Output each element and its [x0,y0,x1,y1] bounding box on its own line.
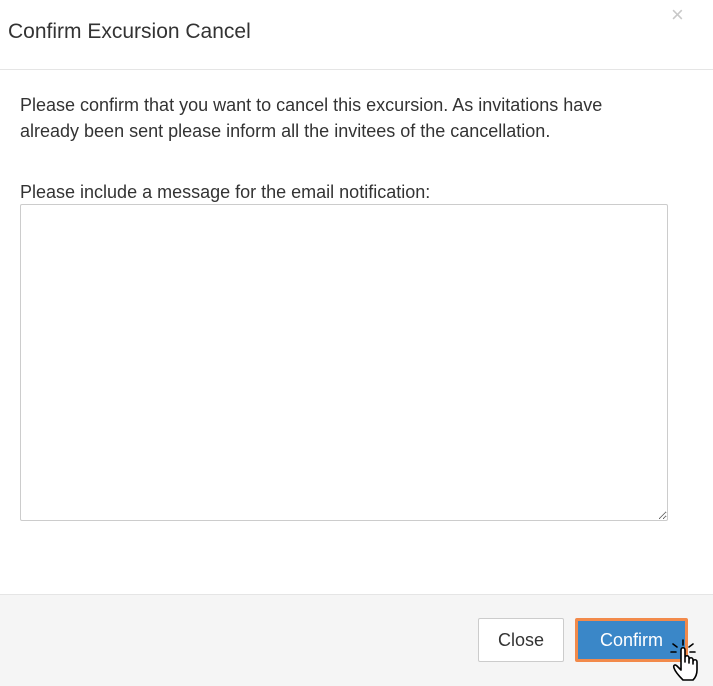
confirm-message-line2: already been sent please inform all the … [20,121,551,141]
dialog-footer: Close Confirm [0,594,713,686]
confirm-message: Please confirm that you want to cancel t… [20,92,700,144]
message-textarea[interactable] [20,204,668,521]
close-icon[interactable]: × [671,3,684,27]
dialog-body: Please confirm that you want to cancel t… [20,92,700,532]
confirm-cancel-dialog: Confirm Excursion Cancel × Please confir… [0,0,713,686]
dialog-title: Confirm Excursion Cancel [8,20,251,43]
message-field-label: Please include a message for the email n… [20,182,431,202]
confirm-message-line1: Please confirm that you want to cancel t… [20,95,603,115]
confirm-button[interactable]: Confirm [575,618,688,662]
dialog-header: Confirm Excursion Cancel × [0,0,713,70]
close-button[interactable]: Close [478,618,564,662]
